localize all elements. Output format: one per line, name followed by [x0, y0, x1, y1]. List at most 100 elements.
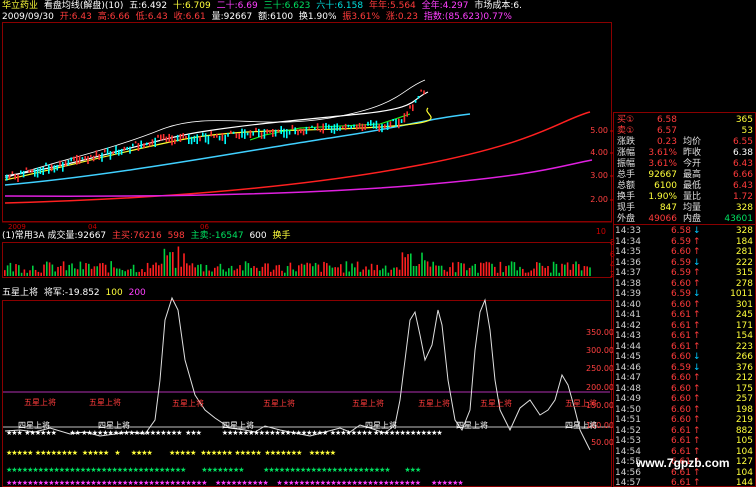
tick-time: 14:47	[615, 373, 641, 383]
four-star-label: 四星上将	[565, 421, 597, 430]
tick-row[interactable]: 14:48 6.60 ↑ 175	[613, 384, 756, 395]
tick-row[interactable]: 14:51 6.60 ↑ 219	[613, 415, 756, 426]
five-star-label: 五星上将	[89, 398, 121, 407]
tick-volume: 328	[735, 226, 753, 236]
tick-row[interactable]: 14:42 6.61 ↑ 171	[613, 321, 756, 332]
out-label: 外盘	[617, 214, 636, 224]
tick-row[interactable]: 14:44 6.61 ↑ 223	[613, 342, 756, 353]
tick-volume: 144	[735, 478, 753, 487]
tick-row[interactable]: 14:36 6.59 ↓ 222	[613, 258, 756, 269]
five-star-label: 五星上将	[352, 399, 384, 408]
tick-price: 6.60	[670, 299, 691, 310]
tick-price: 6.60	[670, 404, 691, 415]
tick-time: 14:41	[615, 310, 641, 320]
four-star-label: 四星上将	[456, 421, 488, 430]
tick-row[interactable]: 14:34 6.59 ↑ 184	[613, 237, 756, 248]
arrow-up-icon: ↑	[693, 236, 701, 247]
tick-time: 14:37	[615, 268, 641, 278]
tick-price: 6.60	[670, 278, 691, 289]
tick-price: 6.61	[670, 320, 691, 331]
ind-tick-250: 250.00	[586, 364, 614, 373]
tick-volume: 212	[735, 373, 753, 383]
tick-volume: 175	[735, 383, 753, 394]
tick-row[interactable]: 14:40 6.60 ↑ 301	[613, 300, 756, 311]
tick-row[interactable]: 14:47 6.60 ↑ 212	[613, 373, 756, 384]
tick-volume: 184	[735, 236, 753, 247]
arrow-up-icon: ↑	[693, 268, 701, 278]
quote-table: 买① 6.58 365 卖① 6.57 53 涨跌 0.23 均价 6.55 涨…	[613, 112, 756, 487]
arrow-up-icon: ↑	[693, 425, 701, 436]
arrow-down-icon: ↓	[693, 226, 701, 236]
tick-row[interactable]: 14:39 6.59 ↓ 1011	[613, 289, 756, 300]
watermark-text: www.7gpzb.com	[636, 456, 730, 470]
arrow-up-icon: ↑	[693, 341, 701, 352]
arrow-up-icon: ↑	[693, 331, 701, 341]
tick-price: 6.60	[670, 415, 691, 425]
tick-price: 6.59	[670, 236, 691, 247]
tick-price: 6.61	[670, 436, 691, 446]
tick-time: 14:53	[615, 436, 641, 446]
tick-row[interactable]: 14:50 6.60 ↑ 198	[613, 405, 756, 416]
tick-time: 14:48	[615, 383, 641, 394]
tick-time: 14:52	[615, 425, 641, 436]
five-star-label: 五星上将	[24, 398, 56, 407]
tick-price: 6.60	[670, 247, 691, 257]
tick-row[interactable]: 14:38 6.60 ↑ 278	[613, 279, 756, 290]
arrow-down-icon: ↓	[693, 289, 701, 299]
in-label: 内盘	[683, 214, 702, 224]
tick-volume: 376	[735, 362, 753, 373]
tick-row[interactable]: 14:41 6.61 ↑ 245	[613, 310, 756, 321]
tick-volume: 105	[735, 436, 753, 446]
tick-row[interactable]: 14:37 6.59 ↑ 315	[613, 268, 756, 279]
tick-row[interactable]: 14:57 6.61 ↑ 144	[613, 478, 756, 487]
five-star-label: 五星上将	[418, 399, 450, 408]
tick-time: 14:38	[615, 278, 641, 289]
arrow-up-icon: ↑	[693, 278, 701, 289]
tick-volume: 278	[735, 278, 753, 289]
arrow-up-icon: ↑	[693, 373, 701, 383]
tick-row[interactable]: 14:53 6.61 ↑ 105	[613, 436, 756, 447]
arrow-up-icon: ↑	[693, 415, 701, 425]
five-star-label: 五星上将	[172, 399, 204, 408]
tick-row[interactable]: 14:45 6.60 ↓ 266	[613, 352, 756, 363]
tick-volume: 257	[735, 394, 753, 404]
tick-time: 14:40	[615, 299, 641, 310]
arrow-up-icon: ↑	[693, 299, 701, 310]
tick-price: 6.59	[670, 289, 691, 299]
tick-price: 6.60	[670, 383, 691, 394]
out-value: 49066	[648, 214, 677, 224]
tick-time: 14:35	[615, 247, 641, 257]
tick-volume: 222	[735, 257, 753, 268]
tick-time: 14:45	[615, 352, 641, 362]
five-star-label: 五星上将	[565, 399, 597, 408]
arrow-up-icon: ↑	[693, 404, 701, 415]
tick-price: 6.60	[670, 352, 691, 362]
five-star-label: 五星上将	[480, 399, 512, 408]
arrow-up-icon: ↑	[693, 436, 701, 446]
tick-volume: 154	[735, 331, 753, 341]
tick-row[interactable]: 14:49 6.60 ↑ 257	[613, 394, 756, 405]
star-row-green: ★★★★★★★★★★★★★★★★★★★★★★★★★★★★★★★★★★ ★★★★★…	[6, 466, 421, 474]
tick-volume: 171	[735, 320, 753, 331]
ind-tick-200: 200.00	[586, 383, 614, 392]
tick-row[interactable]: 14:33 6.58 ↓ 328	[613, 226, 756, 237]
tick-row[interactable]: 14:35 6.60 ↑ 281	[613, 247, 756, 258]
tick-time: 14:57	[615, 478, 641, 487]
tick-row[interactable]: 14:43 6.61 ↑ 154	[613, 331, 756, 342]
ind-tick-50: 50.00	[591, 438, 614, 447]
tick-time: 14:33	[615, 226, 641, 236]
ind-tick-300: 300.00	[586, 346, 614, 355]
tick-volume: 219	[735, 415, 753, 425]
ind-tick-350: 350.00	[586, 328, 614, 337]
tick-price: 6.59	[670, 362, 691, 373]
tick-volume: 315	[735, 268, 753, 278]
tick-volume: 223	[735, 341, 753, 352]
tick-volume: 266	[735, 352, 753, 362]
tick-time: 14:49	[615, 394, 641, 404]
tick-row[interactable]: 14:46 6.59 ↓ 376	[613, 363, 756, 374]
arrow-up-icon: ↑	[693, 310, 701, 320]
tick-time: 14:43	[615, 331, 641, 341]
tick-row[interactable]: 14:52 6.61 ↑ 882	[613, 426, 756, 437]
tick-time: 14:50	[615, 404, 641, 415]
tick-volume: 1011	[730, 289, 753, 299]
